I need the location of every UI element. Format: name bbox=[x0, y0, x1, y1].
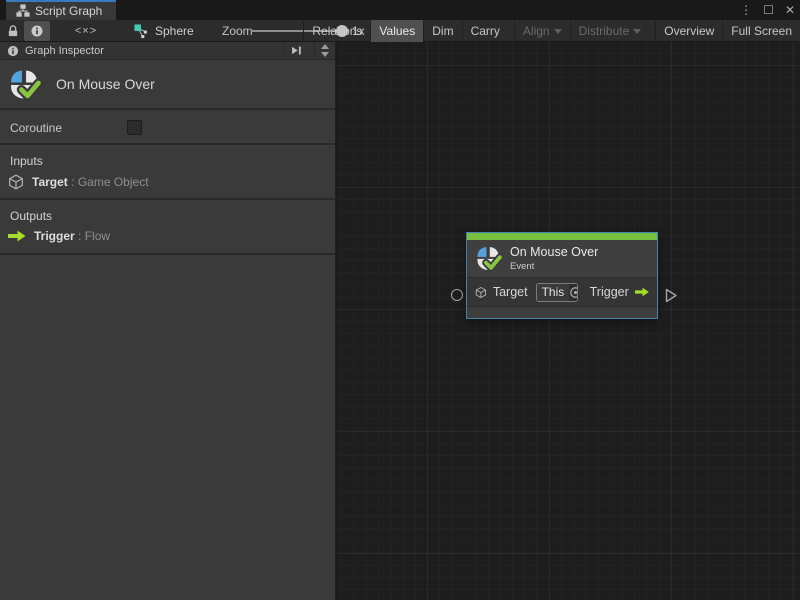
input-name: Target bbox=[32, 175, 68, 189]
tab-script-graph[interactable]: Script Graph bbox=[6, 0, 116, 20]
coroutine-row: Coroutine bbox=[0, 112, 335, 145]
graph-inspector-header: Graph Inspector bbox=[0, 42, 335, 60]
node-footer bbox=[467, 307, 657, 318]
on-mouse-over-icon bbox=[8, 68, 41, 101]
node-output-label: Trigger bbox=[590, 285, 629, 299]
output-row-trigger: Trigger : Flow bbox=[8, 229, 110, 243]
window-menu-icon[interactable]: ⋮ bbox=[740, 3, 752, 17]
info-icon bbox=[7, 45, 19, 57]
tab-label: Script Graph bbox=[35, 4, 102, 18]
window-maximize-icon[interactable]: ☐ bbox=[763, 3, 774, 17]
inputs-section: Inputs Target : Game Object bbox=[0, 147, 335, 200]
node-input-port[interactable] bbox=[451, 289, 463, 301]
lock-icon bbox=[6, 24, 20, 38]
graph-icon bbox=[134, 24, 149, 39]
node-input-label: Target bbox=[493, 285, 528, 299]
values-button[interactable]: Values bbox=[370, 20, 423, 42]
info-icon bbox=[30, 24, 44, 38]
relations-label: Relations bbox=[312, 24, 362, 38]
input-row-target: Target : Game Object bbox=[8, 174, 149, 190]
window-tab-bar: Script Graph ⋮ ☐ ✕ bbox=[0, 0, 800, 20]
scrub-down-icon bbox=[321, 52, 329, 57]
align-button[interactable]: Align bbox=[514, 20, 570, 42]
scrub-up-icon bbox=[321, 44, 329, 49]
chevron-down-icon bbox=[633, 29, 641, 34]
output-colon: : bbox=[78, 229, 81, 243]
carry-button[interactable]: Carry bbox=[462, 20, 508, 42]
inspector-toggle-button[interactable] bbox=[24, 21, 50, 41]
on-mouse-over-node[interactable]: On Mouse Over Event Target This Trigger bbox=[466, 232, 658, 319]
graph-toolbar: <×> Sphere Zoom 1x Relations Values Dim … bbox=[0, 20, 800, 42]
unit-title-row: On Mouse Over bbox=[0, 60, 335, 110]
carry-label: Carry bbox=[471, 24, 500, 38]
coroutine-checkbox[interactable] bbox=[127, 120, 142, 135]
window-close-icon[interactable]: ✕ bbox=[785, 3, 795, 17]
code-icon: <×> bbox=[75, 25, 97, 37]
cube-icon bbox=[8, 174, 24, 190]
inspector-header-title: Graph Inspector bbox=[25, 45, 104, 57]
outputs-section: Outputs Trigger : Flow bbox=[0, 202, 335, 255]
outputs-header: Outputs bbox=[10, 209, 52, 223]
script-graph-icon bbox=[16, 4, 30, 18]
overview-button[interactable]: Overview bbox=[655, 20, 722, 42]
full-screen-button[interactable]: Full Screen bbox=[722, 20, 800, 42]
overview-label: Overview bbox=[664, 24, 714, 38]
unit-title: On Mouse Over bbox=[56, 76, 155, 92]
dim-button[interactable]: Dim bbox=[423, 20, 461, 42]
output-type: Flow bbox=[85, 229, 110, 243]
graph-name: Sphere bbox=[155, 24, 194, 38]
cube-icon bbox=[475, 285, 487, 300]
graph-inspector-panel: Graph Inspector On Mouse Over Coroutine … bbox=[0, 42, 336, 600]
relations-button[interactable]: Relations bbox=[303, 20, 370, 42]
distribute-button[interactable]: Distribute bbox=[570, 20, 650, 42]
coroutine-label: Coroutine bbox=[10, 121, 62, 135]
inputs-header: Inputs bbox=[10, 154, 43, 168]
input-type: Game Object bbox=[78, 175, 149, 189]
dock-icon bbox=[290, 44, 303, 57]
target-value-picker[interactable]: This bbox=[536, 283, 578, 302]
node-subtitle: Event bbox=[510, 261, 598, 272]
distribute-label: Distribute bbox=[579, 24, 630, 38]
code-preview-button[interactable]: <×> bbox=[71, 21, 101, 41]
full-screen-label: Full Screen bbox=[731, 24, 792, 38]
dim-label: Dim bbox=[432, 24, 453, 38]
node-title: On Mouse Over bbox=[510, 245, 598, 261]
on-mouse-over-icon bbox=[475, 245, 502, 272]
flow-arrow-icon bbox=[635, 286, 649, 298]
input-colon: : bbox=[71, 175, 74, 189]
zoom-label: Zoom bbox=[222, 24, 253, 38]
panel-scrubber[interactable] bbox=[314, 42, 335, 60]
flow-arrow-icon bbox=[8, 230, 26, 242]
target-picker-icon[interactable] bbox=[569, 284, 577, 301]
dock-panel-button[interactable] bbox=[284, 42, 308, 60]
chevron-down-icon bbox=[554, 29, 562, 34]
align-label: Align bbox=[523, 24, 550, 38]
lock-button[interactable] bbox=[3, 21, 23, 41]
graph-canvas[interactable]: On Mouse Over Event Target This Trigger bbox=[337, 42, 800, 600]
output-name: Trigger bbox=[34, 229, 75, 243]
values-label: Values bbox=[379, 24, 415, 38]
event-color-bar bbox=[467, 233, 657, 240]
node-output-port[interactable] bbox=[664, 287, 679, 304]
node-port-row: Target This Trigger bbox=[467, 277, 657, 307]
target-value: This bbox=[537, 284, 570, 301]
graph-breadcrumb[interactable]: Sphere bbox=[134, 20, 194, 42]
node-header: On Mouse Over Event bbox=[467, 240, 657, 277]
